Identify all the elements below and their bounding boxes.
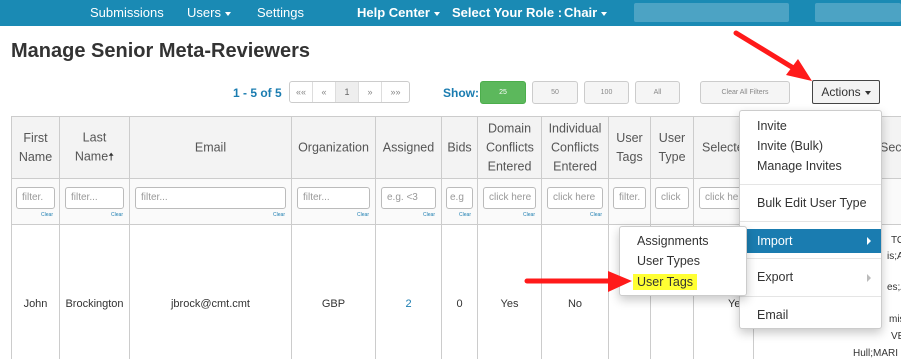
annotation-arrows [524,30,812,292]
annotation-arrow-actions [733,30,812,81]
annotation-arrow-user-tags [524,271,632,292]
